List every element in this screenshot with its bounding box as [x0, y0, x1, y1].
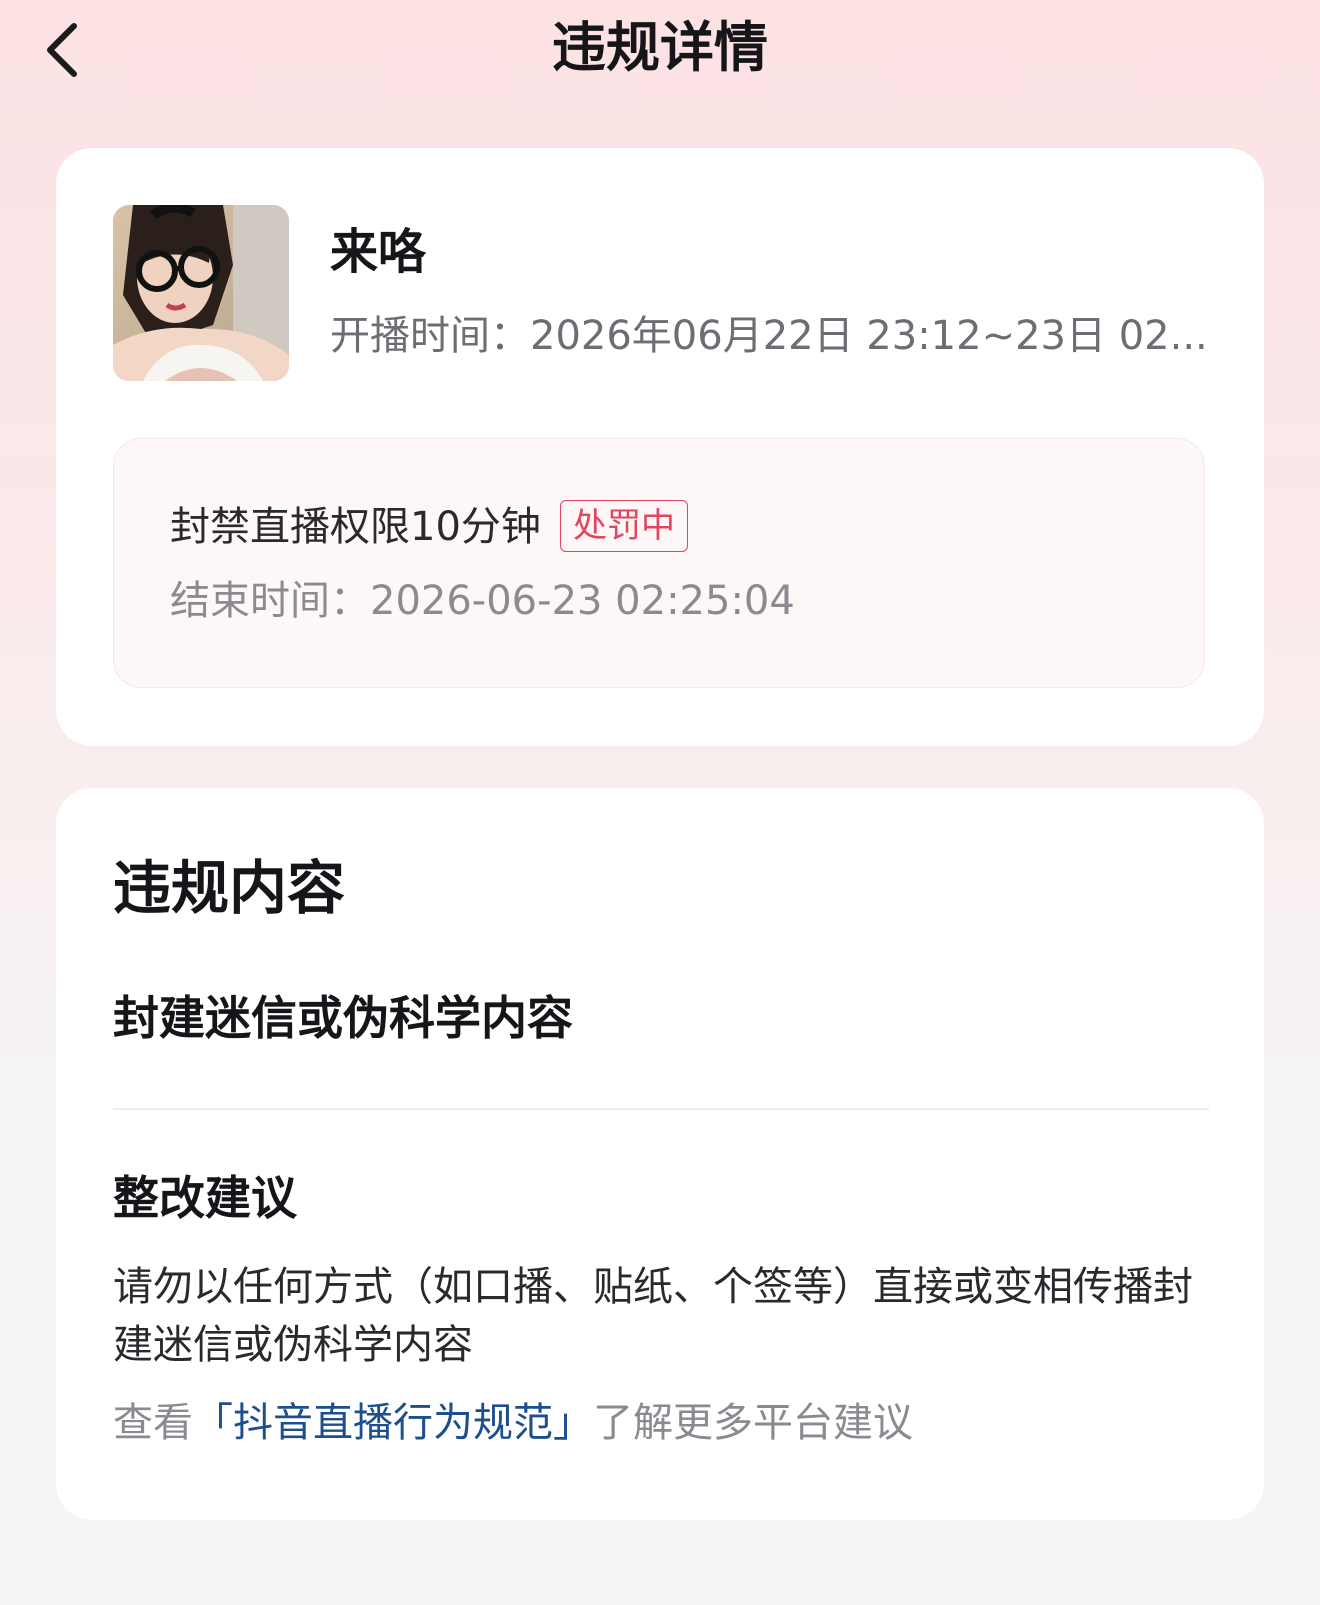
stream-time: 开播时间：2026年06月22日 23:12~23日 02...: [330, 308, 1210, 364]
penalty-title: 封禁直播权限10分钟: [170, 504, 541, 550]
guideline-link[interactable]: 「抖音直播行为规范」: [193, 1400, 593, 1446]
streamer-name: 来咯: [330, 224, 427, 280]
divider: [113, 1108, 1209, 1110]
violation-heading: 违规内容: [113, 854, 346, 922]
violation-type: 封建迷信或伪科学内容: [113, 991, 573, 1045]
guideline-suffix: 了解更多平台建议: [593, 1400, 913, 1446]
end-time-label: 结束时间：: [170, 578, 370, 624]
stream-time-label: 开播时间：: [330, 313, 530, 359]
violation-card: 违规内容 封建迷信或伪科学内容 整改建议 请勿以任何方式（如口播、贴纸、个签等）…: [56, 788, 1264, 1520]
stream-time-value: 2026年06月22日 23:12~23日 02...: [530, 313, 1208, 359]
stream-info-card: 来咯 开播时间：2026年06月22日 23:12~23日 02... 封禁直播…: [56, 148, 1264, 746]
page-title: 违规详情: [552, 16, 768, 79]
guideline-prefix: 查看: [113, 1400, 193, 1446]
streamer-avatar[interactable]: [113, 205, 289, 381]
guideline-line: 查看「抖音直播行为规范」了解更多平台建议: [113, 1394, 913, 1452]
top-bar: 违规详情: [0, 0, 1320, 100]
penalty-box: 封禁直播权限10分钟 处罚中 结束时间：2026-06-23 02:25:04: [113, 438, 1205, 688]
avatar-image: [113, 205, 289, 381]
advice-text: 请勿以任何方式（如口播、贴纸、个签等）直接或变相传播封建迷信或伪科学内容: [113, 1264, 1193, 1368]
status-badge: 处罚中: [560, 500, 688, 552]
end-time-value: 2026-06-23 02:25:04: [370, 578, 795, 624]
penalty-end-time: 结束时间：2026-06-23 02:25:04: [170, 573, 795, 629]
advice-heading: 整改建议: [113, 1171, 297, 1225]
